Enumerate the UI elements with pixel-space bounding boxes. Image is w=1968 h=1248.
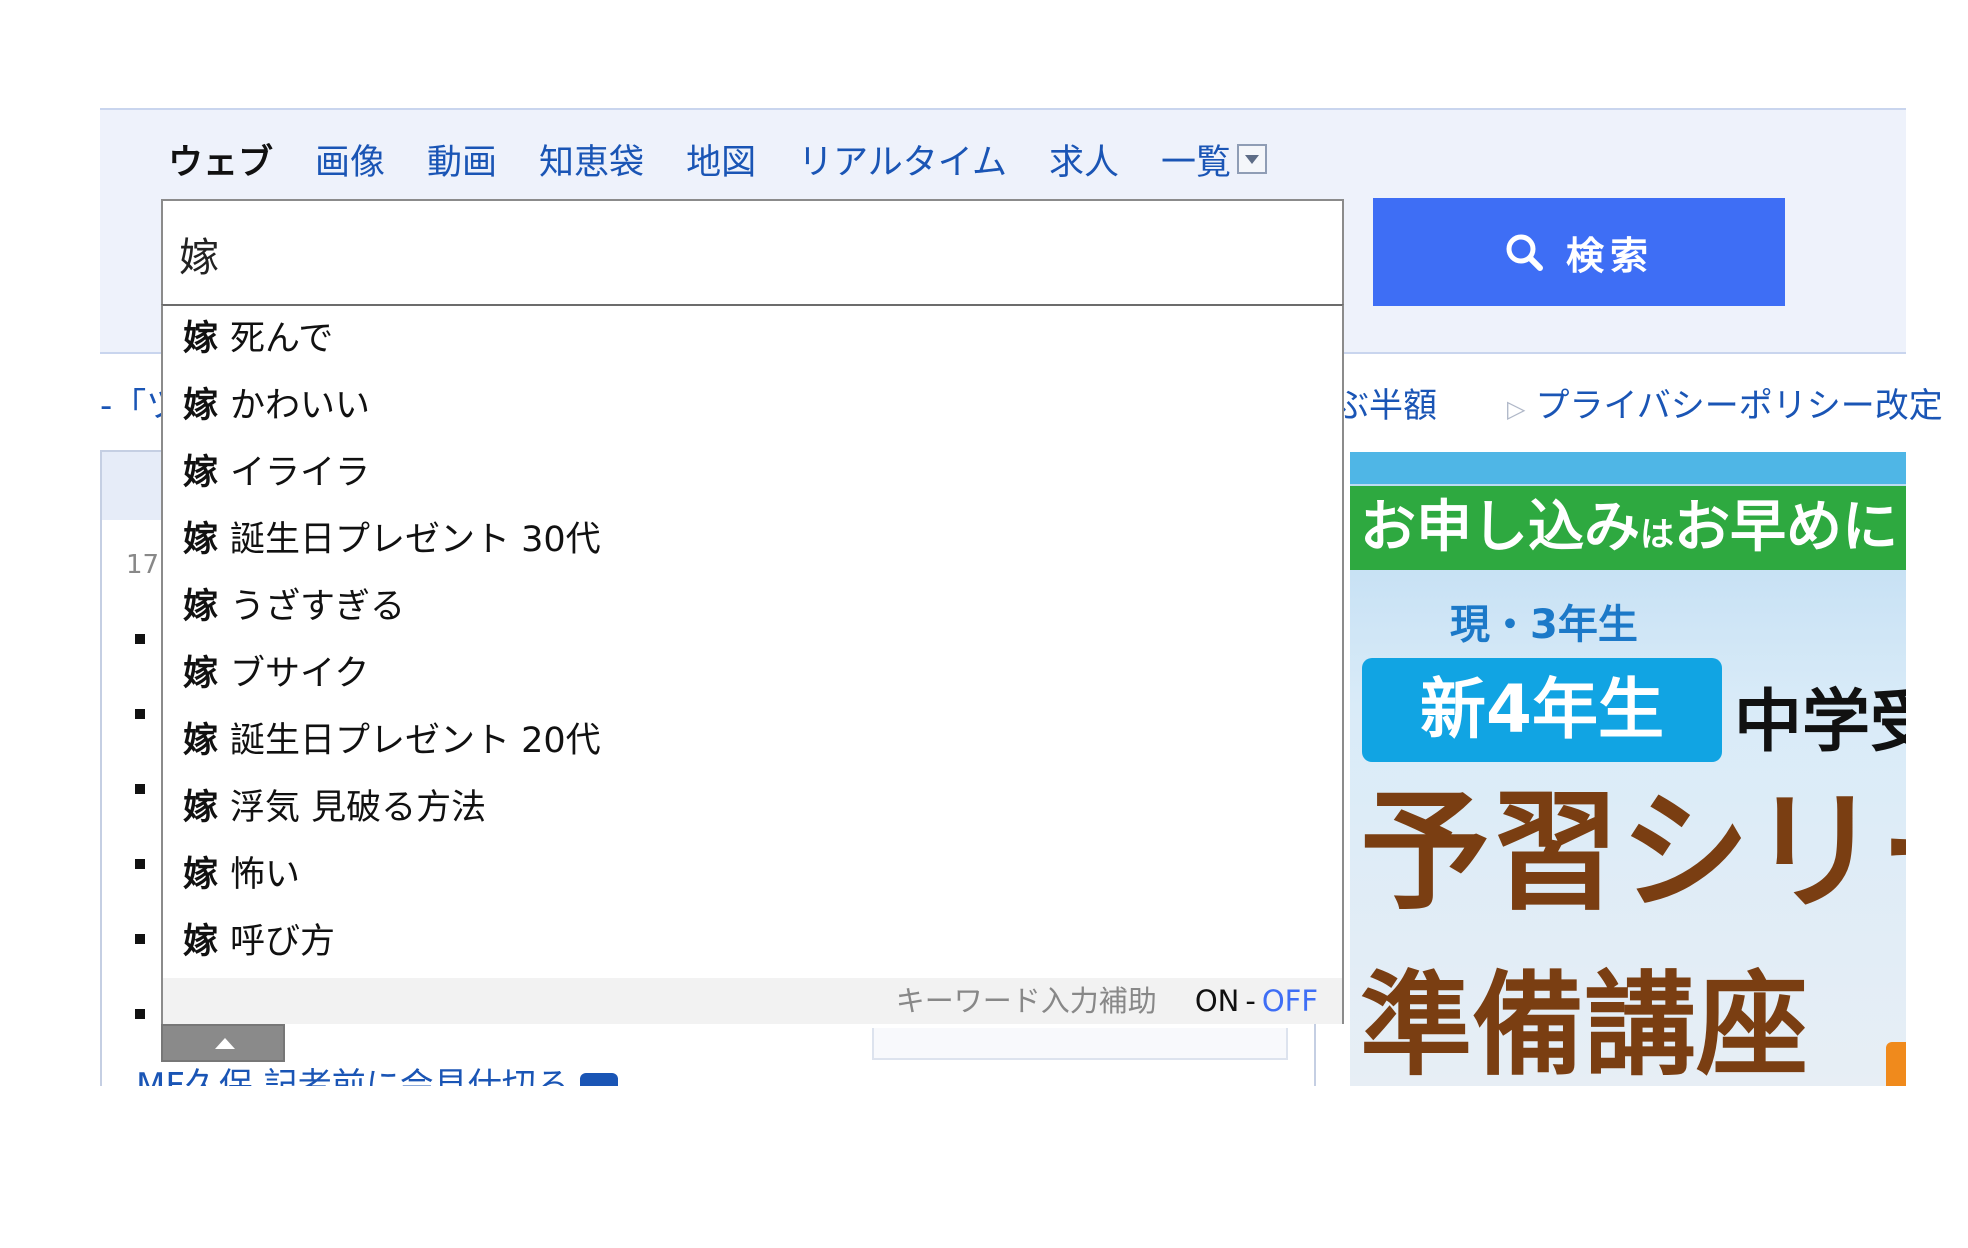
- suggestion-text: うざすぎる: [230, 587, 406, 627]
- tab-web[interactable]: ウェブ: [168, 134, 273, 185]
- search-button-label: 検索: [1565, 233, 1654, 278]
- search-input[interactable]: 嫁: [161, 199, 1344, 304]
- suggestion-text: 死んで: [230, 319, 334, 359]
- page-crop-area: [0, 1086, 1968, 1248]
- tab-images[interactable]: 画像: [315, 134, 385, 185]
- suggestion-item[interactable]: 嫁誕生日プレゼント 30代: [163, 507, 1342, 574]
- bullet-icon: [135, 634, 145, 644]
- bullet-icon: [135, 1009, 145, 1019]
- suggestion-keyword: 嫁: [183, 587, 219, 627]
- suggestion-keyword: 嫁: [183, 319, 219, 359]
- suggestion-keyword: 嫁: [183, 855, 219, 895]
- suggestion-text: かわいい: [230, 386, 371, 426]
- tab-chiebukuro[interactable]: 知恵袋: [539, 134, 644, 185]
- suggestion-text: 浮気 見破る方法: [230, 788, 487, 828]
- tab-more-label: 一覧: [1161, 142, 1232, 183]
- collapse-suggestions-button[interactable]: [161, 1024, 285, 1062]
- suggestion-keyword: 嫁: [183, 386, 219, 426]
- ad-headline: お申し込みはお早めに！: [1350, 486, 1906, 570]
- news-count: 17: [126, 550, 160, 580]
- suggestion-item[interactable]: 嫁怖い: [163, 842, 1342, 909]
- ad-title-1: 予習シリー: [1360, 776, 1906, 928]
- suggestion-keyword: 嫁: [183, 922, 219, 962]
- bullet-icon: [135, 859, 145, 869]
- suggestion-item[interactable]: 嫁誕生日プレゼント 20代: [163, 708, 1342, 775]
- bullet-icon: [135, 784, 145, 794]
- news-panel-header: [102, 452, 162, 520]
- suggestion-item[interactable]: 嫁死んで: [163, 306, 1342, 373]
- suggestion-list: 嫁死んで 嫁かわいい 嫁イライラ 嫁誕生日プレゼント 30代 嫁うざすぎる 嫁ブ…: [163, 306, 1342, 976]
- suggestion-text: 誕生日プレゼント 30代: [230, 520, 601, 560]
- ad-badge: [1886, 1042, 1906, 1086]
- search-button[interactable]: 検索: [1373, 198, 1785, 306]
- ad-top-strip: [1350, 452, 1906, 484]
- suggestion-text: 怖い: [230, 855, 301, 895]
- suggestion-keyword: 嫁: [183, 654, 219, 694]
- ad-headline-b: お早めに！: [1674, 495, 1906, 560]
- ad-banner[interactable]: お申し込みはお早めに！ 現・3年生 新4年生 中学受 予習シリー 準備講座: [1350, 452, 1906, 1086]
- assist-on-toggle[interactable]: ON: [1195, 984, 1240, 1018]
- ad-exam: 中学受: [1734, 683, 1906, 762]
- ticker-item-2[interactable]: プライバシーポリシー改定: [1535, 386, 1942, 426]
- ticker-item-1[interactable]: ぶ半額: [1335, 386, 1437, 426]
- suggestion-text: 呼び方: [230, 922, 336, 962]
- triangle-right-icon: ▷: [1507, 395, 1526, 423]
- search-tabs: ウェブ 画像 動画 知恵袋 地図 リアルタイム 求人 一覧: [168, 132, 1268, 186]
- suggestion-dropdown: 嫁死んで 嫁かわいい 嫁イライラ 嫁誕生日プレゼント 30代 嫁うざすぎる 嫁ブ…: [161, 304, 1344, 1024]
- ad-grade: 現・3年生: [1450, 602, 1638, 648]
- suggestion-item[interactable]: 嫁イライラ: [163, 440, 1342, 507]
- suggestion-keyword: 嫁: [183, 453, 219, 493]
- tab-videos[interactable]: 動画: [427, 134, 497, 185]
- suggestion-footer: キーワード入力補助 ON - OFF: [163, 978, 1342, 1024]
- tab-realtime[interactable]: リアルタイム: [798, 134, 1007, 185]
- assist-separator: -: [1245, 984, 1256, 1018]
- suggestion-item[interactable]: 嫁ブサイク: [163, 641, 1342, 708]
- ad-new-grade: 新4年生: [1362, 658, 1722, 762]
- keyword-assist-label: キーワード入力補助: [895, 984, 1157, 1018]
- suggestion-keyword: 嫁: [183, 520, 219, 560]
- tab-jobs[interactable]: 求人: [1049, 134, 1119, 185]
- suggestion-text: 誕生日プレゼント 20代: [230, 721, 601, 761]
- ad-title-2: 準備講座: [1360, 961, 1808, 1086]
- tab-more[interactable]: 一覧: [1161, 134, 1268, 185]
- dropdown-arrow-icon[interactable]: [1237, 144, 1268, 174]
- bullet-icon: [135, 709, 145, 719]
- suggestion-text: ブサイク: [230, 654, 370, 694]
- suggestion-text: イライラ: [230, 453, 371, 493]
- ad-headline-a: お申し込み: [1360, 495, 1640, 560]
- ad-headline-small: は: [1640, 515, 1674, 555]
- suggestion-item[interactable]: 嫁かわいい: [163, 373, 1342, 440]
- news-ticker-right: ぶ半額 ▷ プライバシーポリシー改定: [1335, 378, 1943, 427]
- suggestion-item[interactable]: 嫁呼び方: [163, 909, 1342, 976]
- suggestion-keyword: 嫁: [183, 788, 219, 828]
- suggestion-item[interactable]: 嫁浮気 見破る方法: [163, 775, 1342, 842]
- news-panel-inner-box: [872, 1028, 1288, 1060]
- bullet-icon: [135, 934, 145, 944]
- search-icon: [1506, 234, 1543, 271]
- suggestion-keyword: 嫁: [183, 721, 219, 761]
- suggestion-item[interactable]: 嫁うざすぎる: [163, 574, 1342, 641]
- tab-map[interactable]: 地図: [686, 134, 756, 185]
- assist-off-toggle[interactable]: OFF: [1262, 984, 1318, 1018]
